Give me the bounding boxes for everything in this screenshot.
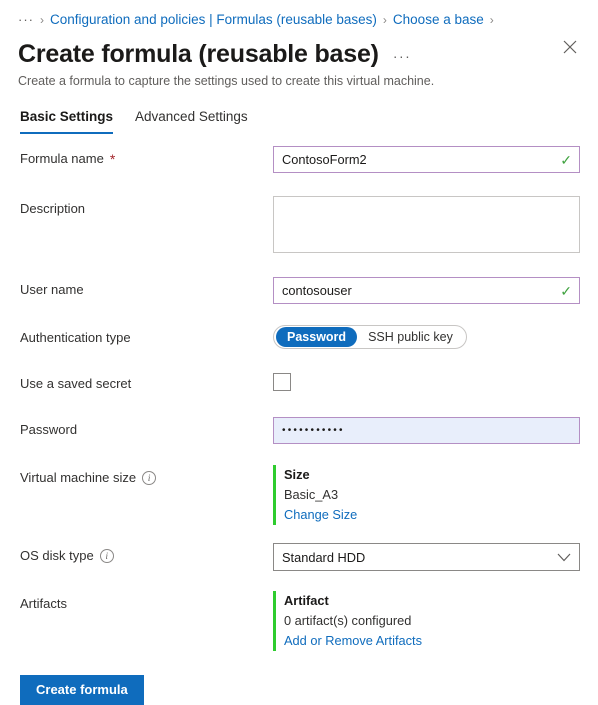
artifacts-summary-block: Artifact 0 artifact(s) configured Add or… [273, 591, 580, 651]
field-vm-size: Size Basic_A3 Change Size [273, 465, 580, 525]
label-user-name-text: User name [20, 281, 84, 299]
breadcrumb-separator-icon: › [40, 11, 44, 29]
breadcrumb-separator-icon: › [383, 11, 387, 29]
valid-check-icon: ✓ [560, 153, 572, 167]
breadcrumb: ··· › Configuration and policies | Formu… [0, 0, 598, 29]
field-password: ••••••••••• [273, 417, 580, 444]
password-value: ••••••••••• [282, 425, 345, 436]
label-artifacts-text: Artifacts [20, 595, 67, 613]
tab-bar: Basic Settings Advanced Settings [0, 90, 598, 134]
more-options-button[interactable]: ··· [393, 48, 412, 64]
user-name-input[interactable]: contosouser ✓ [273, 277, 580, 304]
field-row-formula-name: Formula name * ContosoForm2 ✓ [0, 146, 598, 176]
field-os-disk-type: Standard HDD [273, 543, 580, 571]
field-description [273, 196, 580, 253]
label-os-disk-type: OS disk type i [20, 543, 273, 565]
field-row-use-saved-secret: Use a saved secret [0, 371, 598, 401]
label-authentication-type-text: Authentication type [20, 329, 131, 347]
use-saved-secret-checkbox[interactable] [273, 373, 291, 391]
breadcrumb-item-choose-a-base[interactable]: Choose a base [393, 11, 484, 29]
user-name-value: contosouser [282, 283, 352, 298]
label-password-text: Password [20, 421, 77, 439]
label-description: Description [20, 196, 273, 218]
field-row-vm-size: Virtual machine size i Size Basic_A3 Cha… [0, 465, 598, 525]
auth-option-ssh-public-key[interactable]: SSH public key [357, 327, 464, 347]
label-use-saved-secret-text: Use a saved secret [20, 375, 131, 393]
label-formula-name: Formula name * [20, 146, 273, 168]
field-authentication-type: Password SSH public key [273, 325, 580, 349]
field-row-artifacts: Artifacts Artifact 0 artifact(s) configu… [0, 591, 598, 651]
chevron-down-icon [557, 553, 571, 562]
tab-advanced-settings[interactable]: Advanced Settings [135, 108, 248, 134]
breadcrumb-item-configuration-and-policies[interactable]: Configuration and policies | Formulas (r… [50, 11, 377, 29]
label-description-text: Description [20, 200, 85, 218]
page-title: Create formula (reusable base) [18, 39, 379, 69]
info-icon[interactable]: i [142, 471, 156, 485]
field-row-password: Password ••••••••••• [0, 417, 598, 447]
field-artifacts: Artifact 0 artifact(s) configured Add or… [273, 591, 580, 651]
label-user-name: User name [20, 277, 273, 299]
vm-size-summary-block: Size Basic_A3 Change Size [273, 465, 580, 525]
os-disk-type-selected-value: Standard HDD [282, 550, 365, 565]
auth-option-password[interactable]: Password [276, 327, 357, 347]
field-row-description: Description [0, 196, 598, 253]
label-password: Password [20, 417, 273, 439]
change-size-link[interactable]: Change Size [284, 505, 580, 525]
formula-name-value: ContosoForm2 [282, 152, 367, 167]
label-vm-size: Virtual machine size i [20, 465, 273, 487]
label-os-disk-type-text: OS disk type [20, 547, 94, 565]
artifacts-block-title: Artifact [284, 591, 580, 611]
formula-name-input[interactable]: ContosoForm2 ✓ [273, 146, 580, 173]
password-input[interactable]: ••••••••••• [273, 417, 580, 444]
os-disk-type-dropdown[interactable]: Standard HDD [273, 543, 580, 571]
artifacts-count: 0 artifact(s) configured [284, 611, 580, 631]
label-authentication-type: Authentication type [20, 325, 273, 347]
required-asterisk: * [110, 154, 115, 164]
vm-size-value: Basic_A3 [284, 485, 580, 505]
title-row: Create formula (reusable base) ··· [0, 29, 598, 69]
field-formula-name: ContosoForm2 ✓ [273, 146, 580, 173]
field-row-os-disk-type: OS disk type i Standard HDD [0, 543, 598, 573]
close-icon [563, 40, 577, 54]
vm-size-block-title: Size [284, 465, 580, 485]
field-use-saved-secret [273, 371, 580, 391]
breadcrumb-ellipsis-button[interactable]: ··· [18, 11, 34, 29]
label-artifacts: Artifacts [20, 591, 273, 613]
field-row-user-name: User name contosouser ✓ [0, 277, 598, 307]
valid-check-icon: ✓ [560, 284, 572, 298]
field-user-name: contosouser ✓ [273, 277, 580, 304]
info-icon[interactable]: i [100, 549, 114, 563]
close-button[interactable] [556, 33, 584, 61]
field-row-authentication-type: Authentication type Password SSH public … [0, 325, 598, 355]
authentication-type-toggle[interactable]: Password SSH public key [273, 325, 467, 349]
breadcrumb-separator-icon: › [490, 11, 494, 29]
label-use-saved-secret: Use a saved secret [20, 371, 273, 393]
description-input[interactable] [273, 196, 580, 253]
label-formula-name-text: Formula name [20, 150, 104, 168]
add-or-remove-artifacts-link[interactable]: Add or Remove Artifacts [284, 631, 580, 651]
page-subtitle: Create a formula to capture the settings… [0, 69, 598, 90]
create-formula-button[interactable]: Create formula [20, 675, 144, 705]
form: Formula name * ContosoForm2 ✓ Descriptio… [0, 134, 598, 705]
tab-basic-settings[interactable]: Basic Settings [20, 108, 113, 134]
label-vm-size-text: Virtual machine size [20, 469, 136, 487]
